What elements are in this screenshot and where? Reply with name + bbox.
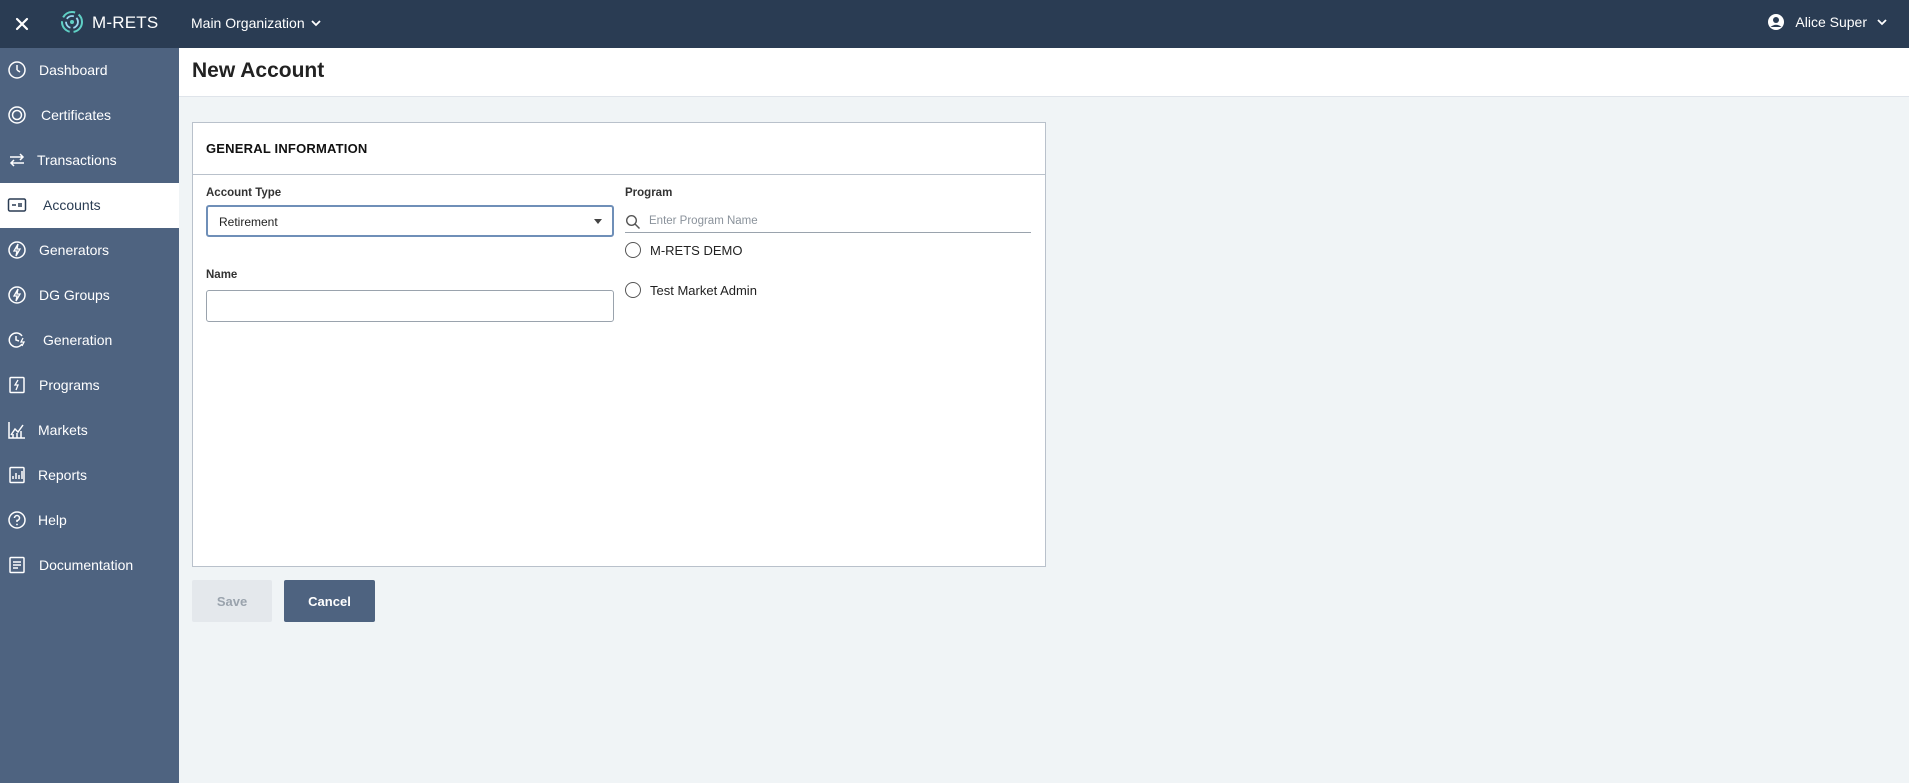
sidebar-item-label: Reports [38, 467, 88, 483]
cancel-button[interactable]: Cancel [284, 580, 375, 622]
sidebar: Dashboard Certificates Transactions Acco… [0, 48, 179, 783]
sidebar-item-label: Dashboard [39, 62, 108, 78]
program-option-label: M-RETS DEMO [650, 242, 743, 258]
dg-groups-icon [8, 286, 26, 304]
chevron-down-icon [1877, 19, 1887, 26]
close-icon[interactable] [10, 12, 34, 36]
sidebar-item-label: Programs [39, 377, 100, 393]
reports-icon [9, 466, 25, 484]
sidebar-item-label: Transactions [37, 152, 117, 168]
name-label: Name [206, 269, 238, 281]
program-search-input[interactable] [649, 211, 1019, 231]
organization-selector[interactable]: Main Organization [191, 15, 321, 31]
general-information-card: GENERAL INFORMATION Account Type Retirem… [192, 122, 1046, 567]
transfer-icon [9, 153, 25, 167]
program-option-label: Test Market Admin [650, 282, 757, 298]
program-label: Program [625, 187, 673, 199]
caret-down-icon [594, 219, 602, 224]
sidebar-item-dg-groups[interactable]: DG Groups [0, 273, 179, 318]
program-option[interactable]: Test Market Admin [625, 279, 757, 301]
certificate-icon [8, 106, 26, 124]
save-button[interactable]: Save [192, 580, 272, 622]
sidebar-item-dashboard[interactable]: Dashboard [0, 48, 179, 93]
search-icon [625, 214, 641, 230]
help-icon [8, 511, 26, 529]
m-rets-logo-icon [61, 11, 83, 33]
generation-icon [8, 332, 26, 348]
sidebar-item-help[interactable]: Help [0, 498, 179, 543]
user-name: Alice Super [1795, 14, 1867, 30]
sidebar-item-label: Accounts [43, 197, 101, 213]
page-title: New Account [192, 59, 325, 82]
sidebar-item-label: Generators [39, 242, 110, 258]
account-type-value: Retirement [219, 215, 278, 229]
user-menu[interactable]: Alice Super [1767, 13, 1887, 31]
account-type-label: Account Type [206, 187, 282, 199]
markets-icon [8, 422, 25, 439]
program-search [625, 209, 1031, 233]
sidebar-item-markets[interactable]: Markets [0, 408, 179, 453]
chevron-down-icon [310, 20, 321, 27]
generator-icon [8, 241, 26, 259]
top-bar: M-RETS Main Organization Alice Super [0, 0, 1909, 48]
dashboard-icon [8, 61, 26, 79]
programs-icon [9, 376, 25, 394]
sidebar-item-transactions[interactable]: Transactions [0, 138, 179, 183]
organization-label: Main Organization [191, 15, 305, 31]
user-avatar-icon [1768, 14, 1785, 30]
sidebar-item-label: Generation [43, 332, 113, 348]
account-icon [7, 198, 27, 212]
sidebar-item-generators[interactable]: Generators [0, 228, 179, 273]
account-type-select[interactable]: Retirement [206, 205, 614, 237]
brand-name: M-RETS [92, 13, 159, 32]
program-option[interactable]: M-RETS DEMO [625, 239, 742, 261]
page-header: New Account [179, 48, 1909, 97]
sidebar-item-documentation[interactable]: Documentation [0, 543, 179, 588]
radio-button[interactable] [625, 242, 641, 258]
divider [193, 174, 1045, 175]
sidebar-item-label: Markets [38, 422, 88, 438]
sidebar-item-label: DG Groups [39, 287, 110, 303]
documentation-icon [9, 556, 25, 574]
sidebar-item-generation[interactable]: Generation [0, 318, 179, 363]
sidebar-item-accounts[interactable]: Accounts [0, 183, 179, 228]
sidebar-item-label: Help [38, 512, 67, 528]
radio-button[interactable] [625, 282, 641, 298]
sidebar-item-label: Documentation [39, 557, 134, 573]
section-title: GENERAL INFORMATION [206, 141, 368, 156]
sidebar-item-reports[interactable]: Reports [0, 453, 179, 498]
sidebar-item-label: Certificates [41, 107, 112, 123]
sidebar-item-certificates[interactable]: Certificates [0, 93, 179, 138]
sidebar-item-programs[interactable]: Programs [0, 363, 179, 408]
name-input[interactable] [206, 290, 614, 322]
